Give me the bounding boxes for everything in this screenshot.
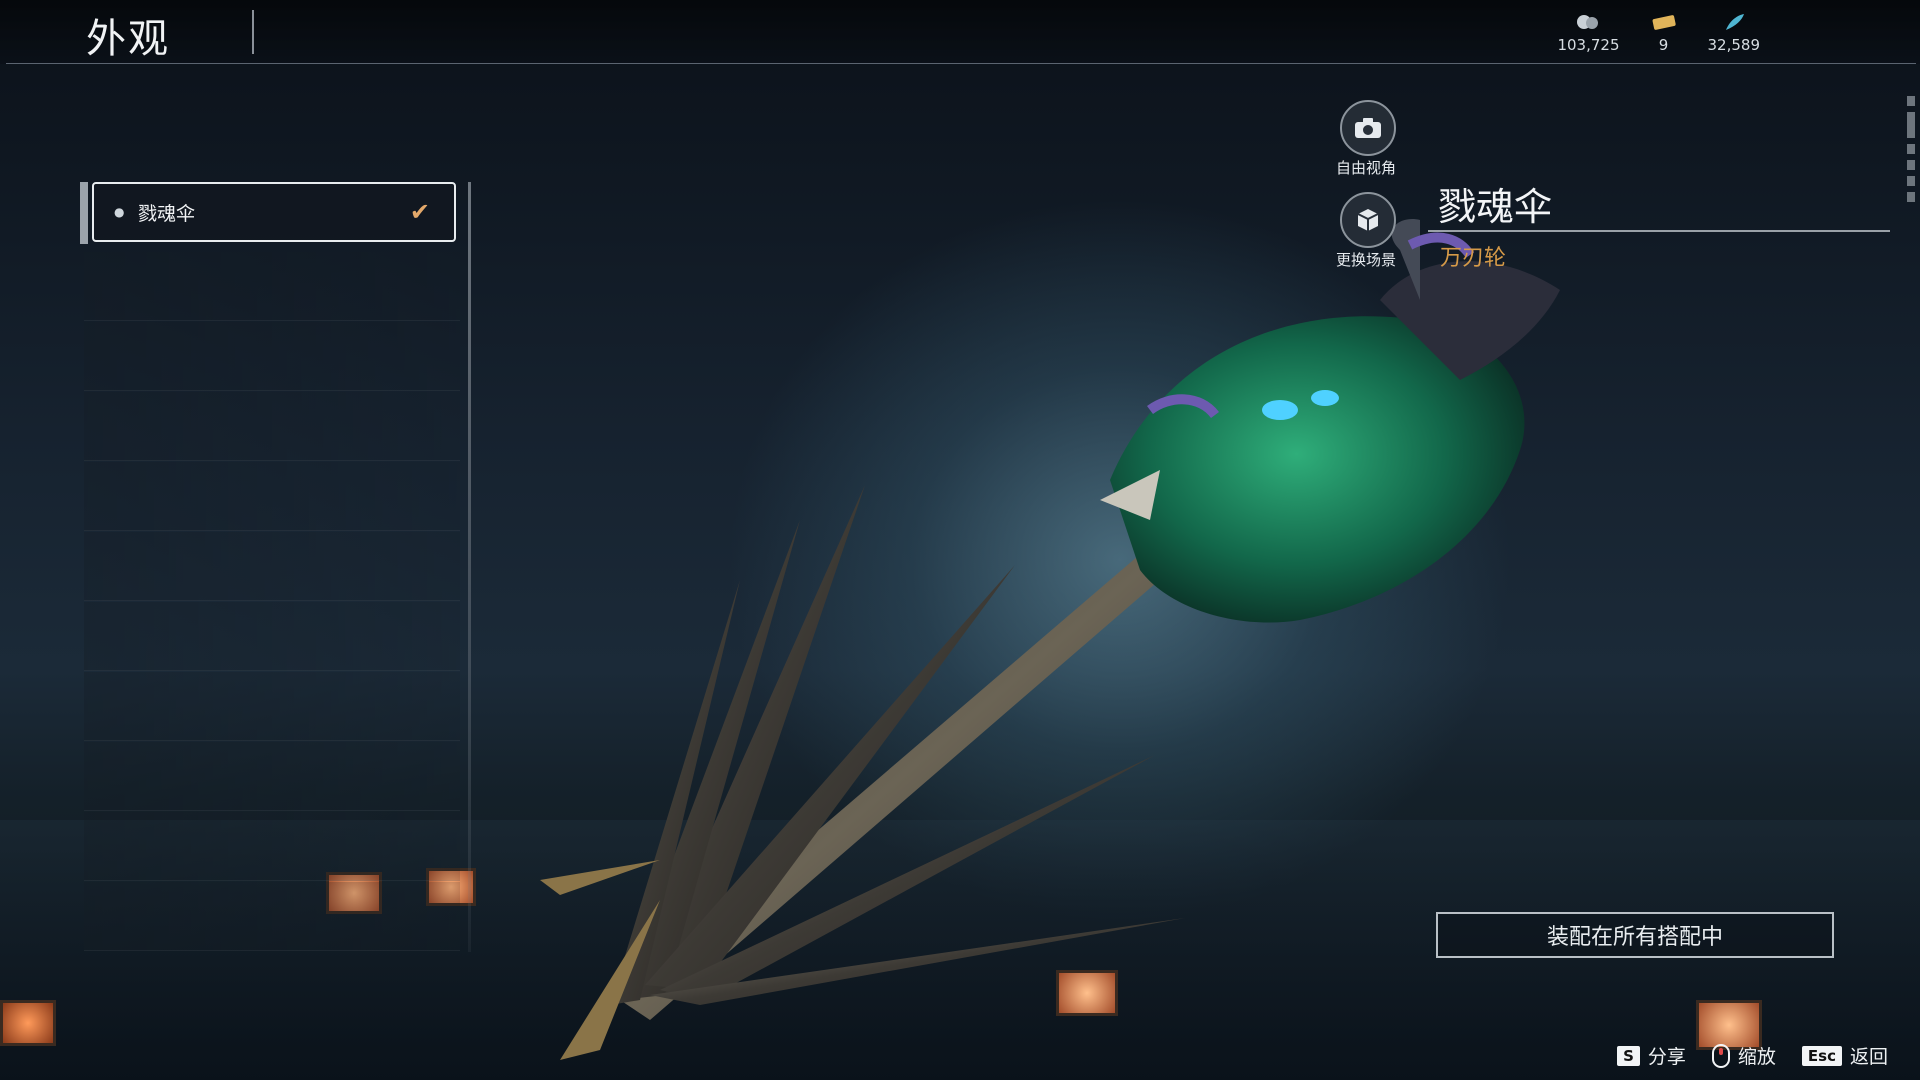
scroll-segment xyxy=(1907,144,1915,154)
silver-coin-icon xyxy=(1577,15,1599,29)
key-esc: Esc xyxy=(1801,1045,1842,1066)
change-scene-label: 更换场景 xyxy=(1335,251,1396,269)
skin-list-item-selected[interactable]: ● 戮魂伞 ✔ xyxy=(92,182,456,242)
list-selection-rail xyxy=(80,182,88,244)
currency-bar: 103,725 9 32,589 xyxy=(1557,12,1760,54)
ticket-icon xyxy=(1652,15,1676,30)
free-view-label: 自由视角 xyxy=(1335,159,1396,177)
currency-ticket: 9 xyxy=(1650,12,1678,54)
item-subtitle: 万刃轮 xyxy=(1440,246,1507,271)
cube-icon xyxy=(1357,209,1379,231)
hint-label: 返回 xyxy=(1849,1046,1888,1068)
hint-share[interactable]: S 分享 xyxy=(1617,1042,1686,1069)
key-s: S xyxy=(1617,1045,1640,1066)
key-hints: S 分享 缩放 Esc 返回 xyxy=(1617,1042,1888,1069)
skin-list: ● 戮魂伞 ✔ xyxy=(80,182,471,962)
feather-icon xyxy=(1725,14,1744,30)
list-scroll-rail[interactable] xyxy=(468,182,471,952)
free-view-button[interactable] xyxy=(1340,100,1396,156)
empty-slot xyxy=(84,322,460,391)
empty-slot xyxy=(84,532,460,601)
hint-zoom[interactable]: 缩放 xyxy=(1711,1042,1776,1069)
currency-value: 103,725 xyxy=(1557,36,1620,54)
lantern-decoration xyxy=(1056,970,1118,1016)
mouse-icon xyxy=(1711,1043,1730,1068)
scroll-segment xyxy=(1907,160,1915,170)
hint-label: 分享 xyxy=(1647,1046,1686,1068)
change-scene-button[interactable] xyxy=(1340,192,1396,248)
equip-all-outfits-button[interactable]: 装配在所有搭配中 xyxy=(1436,912,1834,958)
item-name-underline xyxy=(1428,230,1890,232)
empty-slot xyxy=(84,742,460,811)
hint-back[interactable]: Esc 返回 xyxy=(1801,1042,1888,1069)
checkmark-icon: ✔ xyxy=(409,198,430,226)
droplet-icon: ● xyxy=(114,205,125,219)
scroll-segment xyxy=(1907,176,1915,186)
hint-label: 缩放 xyxy=(1737,1046,1776,1068)
camera-icon xyxy=(1355,118,1381,138)
scroll-segment xyxy=(1907,112,1915,138)
empty-slot xyxy=(84,392,460,461)
skin-item-label: 戮魂伞 xyxy=(138,202,196,225)
scroll-segment xyxy=(1907,96,1915,106)
scroll-segment xyxy=(1907,192,1915,202)
lantern-decoration xyxy=(0,1000,56,1046)
empty-slot xyxy=(84,672,460,741)
empty-slot xyxy=(84,812,460,881)
empty-slot xyxy=(84,882,460,951)
header-divider xyxy=(6,63,1916,64)
empty-slot xyxy=(84,602,460,671)
currency-silver: 103,725 xyxy=(1557,12,1620,54)
right-scrollbar[interactable] xyxy=(1907,96,1915,276)
empty-slot xyxy=(84,462,460,531)
empty-slot xyxy=(84,252,460,321)
currency-feather: 32,589 xyxy=(1707,12,1761,54)
item-name: 戮魂伞 xyxy=(1438,185,1553,229)
currency-value: 9 xyxy=(1658,36,1669,54)
page-title: 外观 xyxy=(86,16,170,62)
currency-value: 32,589 xyxy=(1707,36,1761,54)
title-divider xyxy=(252,10,254,54)
